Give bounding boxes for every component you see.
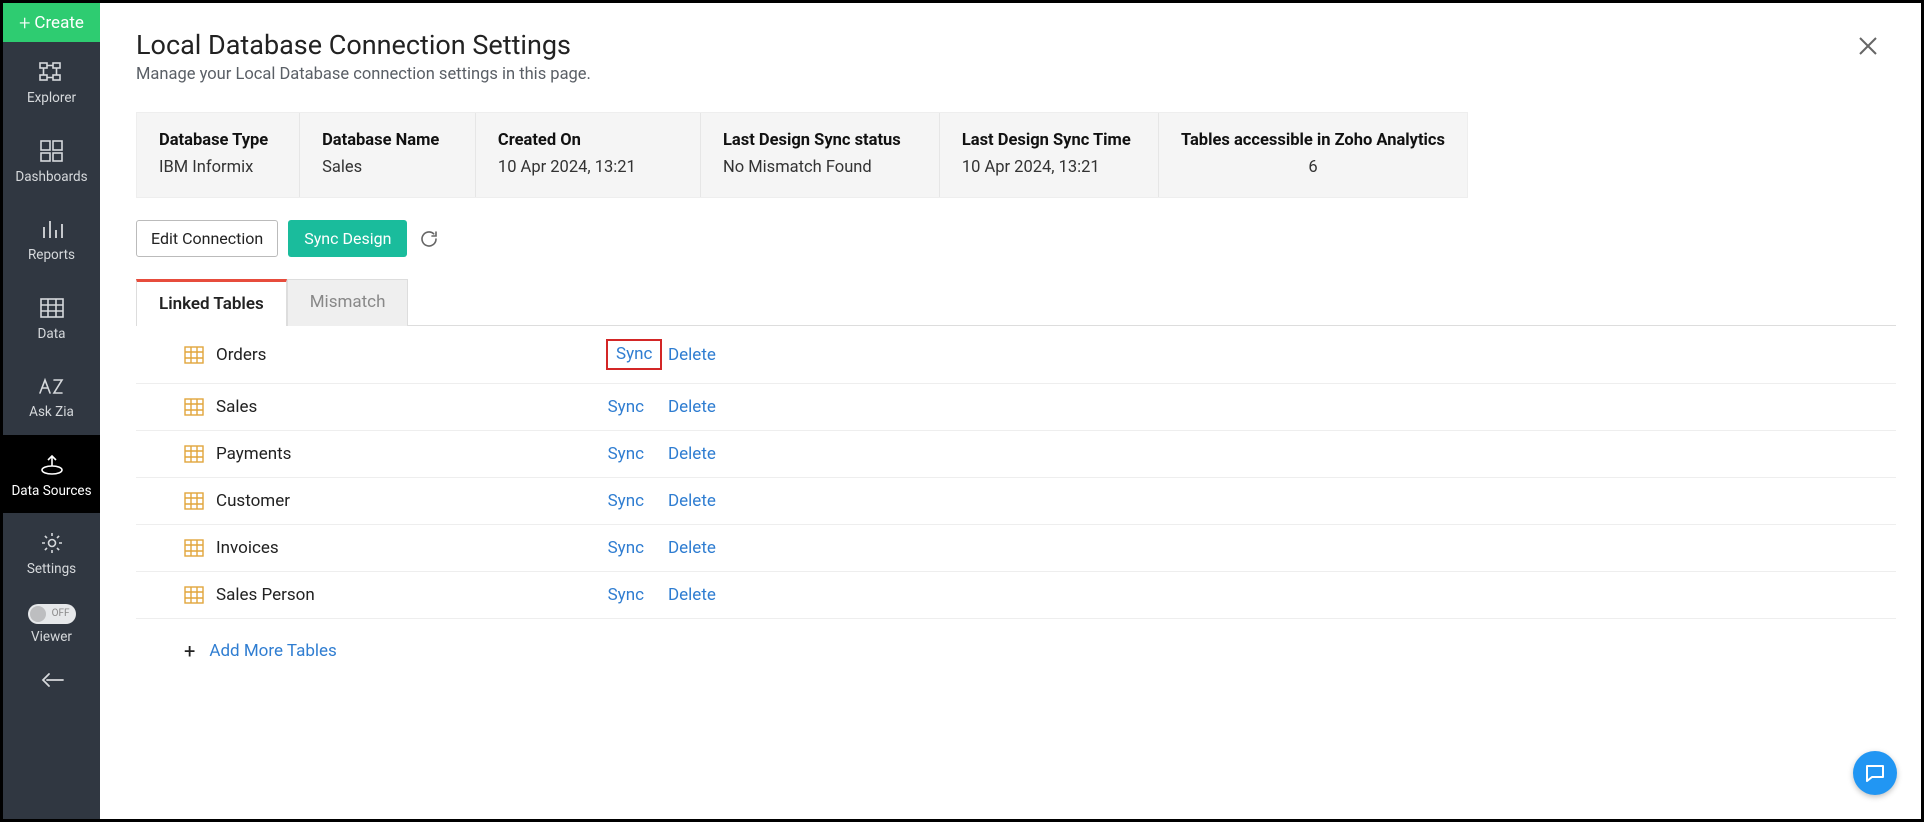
sidebar-collapse-button[interactable] — [3, 655, 100, 703]
sync-link[interactable]: Sync — [606, 444, 644, 464]
info-cell-sync-time: Last Design Sync Time 10 Apr 2024, 13:21 — [940, 113, 1159, 197]
table-row: Payments Sync Delete — [136, 431, 1896, 478]
sync-link[interactable]: Sync — [606, 538, 644, 558]
info-cell-db-type: Database Type IBM Informix — [137, 113, 300, 197]
sidebar-item-label: Reports — [28, 248, 75, 264]
table-icon — [184, 586, 204, 604]
table-icon — [184, 492, 204, 510]
sidebar-item-reports[interactable]: Reports — [3, 199, 100, 278]
sync-link-highlighted: Sync — [606, 339, 662, 370]
info-value: 10 Apr 2024, 13:21 — [962, 158, 1136, 177]
sync-link[interactable]: Sync — [616, 344, 652, 364]
delete-link[interactable]: Delete — [668, 397, 716, 417]
info-label: Database Name — [322, 131, 453, 150]
chat-fab[interactable] — [1853, 751, 1897, 795]
sidebar-item-label: Data — [38, 327, 66, 343]
sidebar-item-label: Explorer — [27, 91, 76, 107]
info-label: Database Type — [159, 131, 277, 150]
table-icon — [184, 346, 204, 364]
delete-link[interactable]: Delete — [668, 345, 716, 365]
table-icon — [184, 398, 204, 416]
tab-linked-tables[interactable]: Linked Tables — [136, 279, 287, 326]
delete-link[interactable]: Delete — [668, 538, 716, 558]
info-value: No Mismatch Found — [723, 158, 917, 177]
table-name: Payments — [216, 444, 606, 464]
table-name: Invoices — [216, 538, 606, 558]
toggle-text: OFF — [52, 608, 70, 619]
close-button[interactable] — [1857, 35, 1879, 57]
delete-link[interactable]: Delete — [668, 491, 716, 511]
create-button-label: Create — [34, 13, 84, 33]
info-cell-accessible: Tables accessible in Zoho Analytics 6 — [1159, 113, 1467, 197]
button-row: Edit Connection Sync Design — [136, 220, 1885, 257]
table-icon — [184, 539, 204, 557]
edit-connection-button[interactable]: Edit Connection — [136, 220, 278, 257]
delete-link[interactable]: Delete — [668, 444, 716, 464]
info-label: Last Design Sync Time — [962, 131, 1136, 150]
sidebar-item-settings[interactable]: Settings — [3, 513, 100, 592]
table-row: Orders Sync Delete — [136, 326, 1896, 384]
info-value: IBM Informix — [159, 158, 277, 177]
info-label: Tables accessible in Zoho Analytics — [1181, 131, 1445, 150]
viewer-label: Viewer — [31, 629, 72, 645]
add-more-tables[interactable]: + Add More Tables — [136, 619, 1885, 663]
reports-icon — [40, 216, 64, 242]
info-cell-db-name: Database Name Sales — [300, 113, 476, 197]
page-subtitle: Manage your Local Database connection se… — [136, 65, 1885, 84]
sidebar-item-label: Ask Zia — [29, 405, 74, 421]
sidebar-item-dashboards[interactable]: Dashboards — [3, 121, 100, 200]
table-row: Customer Sync Delete — [136, 478, 1896, 525]
viewer-toggle[interactable]: OFF — [28, 604, 76, 624]
table-name: Customer — [216, 491, 606, 511]
toggle-knob — [30, 606, 46, 622]
table-name: Sales — [216, 397, 606, 417]
table-name: Orders — [216, 345, 606, 365]
delete-link[interactable]: Delete — [668, 585, 716, 605]
sidebar: + Create Explorer Dashboards — [3, 3, 100, 819]
data-sources-icon — [39, 452, 65, 478]
info-value: 10 Apr 2024, 13:21 — [498, 158, 678, 177]
table-icon — [184, 445, 204, 463]
create-button[interactable]: + Create — [3, 3, 100, 42]
plus-icon: + — [184, 639, 195, 663]
info-cell-sync-status: Last Design Sync status No Mismatch Foun… — [701, 113, 940, 197]
dashboard-icon — [40, 138, 64, 164]
sidebar-item-explorer[interactable]: Explorer — [3, 42, 100, 121]
linked-tables-list: Orders Sync Delete Sales Sync Delete Pay… — [136, 325, 1896, 619]
page-title: Local Database Connection Settings — [136, 29, 1885, 61]
sidebar-item-data[interactable]: Data — [3, 278, 100, 357]
table-row: Invoices Sync Delete — [136, 525, 1896, 572]
sync-link[interactable]: Sync — [606, 397, 644, 417]
info-label: Last Design Sync status — [723, 131, 917, 150]
viewer-toggle-wrap: OFF Viewer — [3, 592, 100, 655]
table-row: Sales Person Sync Delete — [136, 572, 1896, 619]
info-value: Sales — [322, 158, 453, 177]
info-bar: Database Type IBM Informix Database Name… — [136, 112, 1468, 198]
info-value: 6 — [1181, 158, 1445, 177]
sidebar-item-label: Dashboards — [15, 170, 87, 186]
sync-design-button[interactable]: Sync Design — [288, 220, 407, 257]
add-more-label: Add More Tables — [209, 641, 336, 661]
data-icon — [40, 295, 64, 321]
refresh-icon[interactable] — [419, 229, 439, 249]
ask-zia-icon — [38, 373, 66, 399]
sync-link[interactable]: Sync — [606, 491, 644, 511]
plus-icon: + — [19, 11, 30, 35]
info-label: Created On — [498, 131, 678, 150]
sidebar-item-ask-zia[interactable]: Ask Zia — [3, 356, 100, 435]
main-content: Local Database Connection Settings Manag… — [100, 3, 1921, 819]
table-row: Sales Sync Delete — [136, 384, 1896, 431]
table-name: Sales Person — [216, 585, 606, 605]
tab-mismatch[interactable]: Mismatch — [287, 279, 409, 326]
gear-icon — [40, 530, 64, 556]
sync-link[interactable]: Sync — [606, 585, 644, 605]
explorer-icon — [39, 59, 65, 85]
info-cell-created: Created On 10 Apr 2024, 13:21 — [476, 113, 701, 197]
tabs: Linked Tables Mismatch — [136, 279, 1885, 326]
sidebar-item-label: Data Sources — [11, 484, 91, 500]
sidebar-item-data-sources[interactable]: Data Sources — [3, 435, 100, 514]
sidebar-item-label: Settings — [27, 562, 76, 578]
